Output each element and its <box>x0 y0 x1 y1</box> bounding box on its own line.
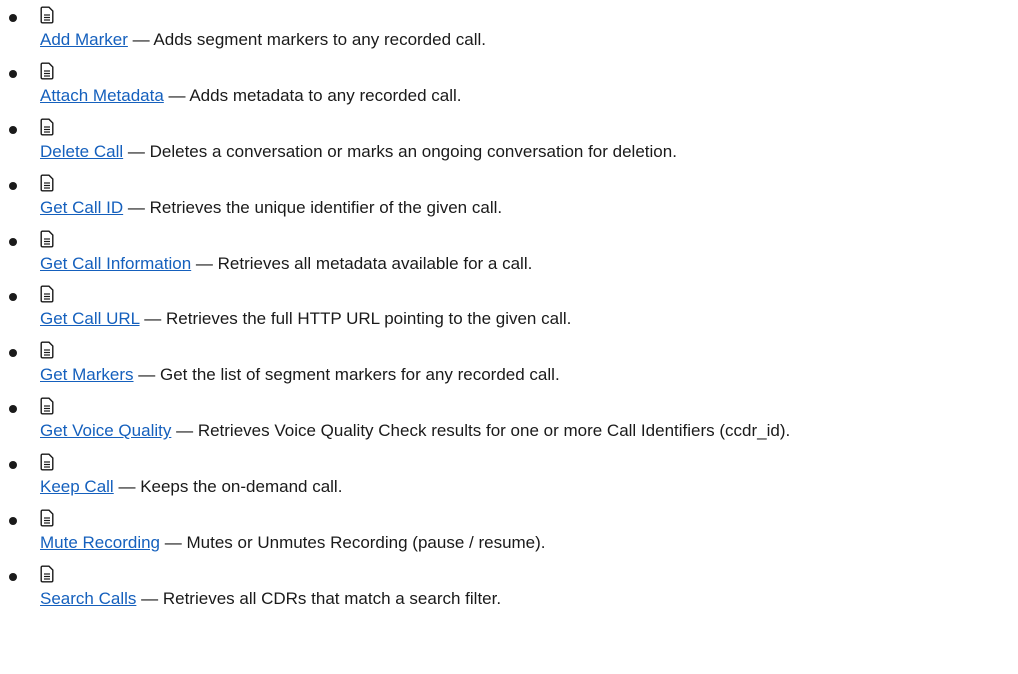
api-link-mute-recording[interactable]: Mute Recording <box>40 533 160 552</box>
separator: — <box>168 85 186 105</box>
document-icon <box>40 397 54 415</box>
api-description: Keeps the on-demand call. <box>140 477 343 497</box>
list-item: Search Calls — Retrieves all CDRs that m… <box>0 559 1018 615</box>
list-item: Mute Recording — Mutes or Unmutes Record… <box>0 503 1018 559</box>
api-method-list: Add Marker — Adds segment markers to any… <box>0 0 1018 615</box>
list-item: Get Markers — Get the list of segment ma… <box>0 335 1018 391</box>
bullet <box>9 69 17 78</box>
api-description: Adds metadata to any recorded call. <box>189 85 462 105</box>
document-icon <box>40 174 54 192</box>
api-link-search-calls[interactable]: Search Calls <box>40 589 136 608</box>
bullet <box>9 237 17 246</box>
api-link-get-call-id[interactable]: Get Call ID <box>40 198 123 217</box>
list-item: Get Call URL — Retrieves the full HTTP U… <box>0 279 1018 335</box>
bullet <box>9 517 17 526</box>
list-item: Keep Call — Keeps the on-demand call. <box>0 447 1018 503</box>
document-icon <box>40 118 54 136</box>
list-item: Add Marker — Adds segment markers to any… <box>0 0 1018 56</box>
api-link-add-marker[interactable]: Add Marker <box>40 30 128 49</box>
api-link-get-voice-quality[interactable]: Get Voice Quality <box>40 421 171 440</box>
document-icon <box>40 509 54 527</box>
separator: — <box>164 533 182 553</box>
separator: — <box>141 588 159 608</box>
api-link-attach-metadata[interactable]: Attach Metadata <box>40 86 164 105</box>
list-item: Get Call Information — Retrieves all met… <box>0 224 1018 280</box>
separator: — <box>138 365 156 385</box>
api-link-get-call-information[interactable]: Get Call Information <box>40 254 191 273</box>
bullet <box>9 349 17 358</box>
document-icon <box>40 453 54 471</box>
document-icon <box>40 285 54 303</box>
separator: — <box>132 30 150 49</box>
separator: — <box>127 197 145 217</box>
bullet <box>9 181 17 190</box>
api-description: Retrieves all CDRs that match a search f… <box>162 588 502 608</box>
api-description: Deletes a conversation or marks an ongoi… <box>149 141 677 161</box>
separator: — <box>127 141 145 161</box>
api-link-get-call-url[interactable]: Get Call URL <box>40 309 140 328</box>
document-icon <box>40 62 54 80</box>
api-description: Retrieves the unique identifier of the g… <box>149 197 503 217</box>
api-description: Mutes or Unmutes Recording (pause / resu… <box>186 533 546 553</box>
document-icon <box>40 565 54 583</box>
document-icon <box>40 341 54 359</box>
bullet <box>9 461 17 470</box>
api-description: Retrieves Voice Quality Check results fo… <box>197 421 791 441</box>
bullet <box>9 572 17 581</box>
bullet <box>9 405 17 414</box>
list-item: Delete Call — Deletes a conversation or … <box>0 112 1018 168</box>
api-link-keep-call[interactable]: Keep Call <box>40 477 114 496</box>
bullet <box>9 125 17 134</box>
separator: — <box>144 309 162 329</box>
api-description: Get the list of segment markers for any … <box>160 365 560 385</box>
api-description: Retrieves all metadata available for a c… <box>217 253 533 273</box>
api-description: Adds segment markers to any recorded cal… <box>153 30 487 49</box>
list-item: Get Voice Quality — Retrieves Voice Qual… <box>0 391 1018 447</box>
document-icon <box>40 230 54 248</box>
api-link-get-markers[interactable]: Get Markers <box>40 365 134 384</box>
separator: — <box>118 477 136 497</box>
bullet <box>9 293 17 302</box>
api-link-delete-call[interactable]: Delete Call <box>40 142 123 161</box>
list-item: Attach Metadata — Adds metadata to any r… <box>0 56 1018 112</box>
api-description: Retrieves the full HTTP URL pointing to … <box>165 309 572 329</box>
document-icon <box>40 6 54 24</box>
separator: — <box>195 253 213 273</box>
list-item: Get Call ID — Retrieves the unique ident… <box>0 168 1018 224</box>
separator: — <box>176 421 194 441</box>
bullet <box>9 14 17 22</box>
